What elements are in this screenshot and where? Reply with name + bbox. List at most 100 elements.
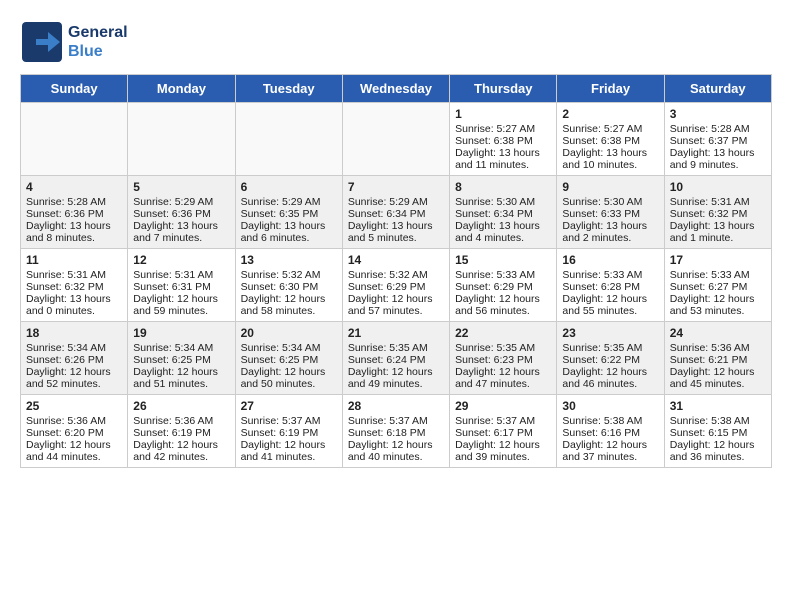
- day-number: 15: [455, 253, 551, 267]
- day-info: Sunrise: 5:38 AMSunset: 6:15 PMDaylight:…: [670, 415, 766, 463]
- calendar-table: SundayMondayTuesdayWednesdayThursdayFrid…: [20, 74, 772, 468]
- logo-general: General: [68, 23, 128, 42]
- day-number: 12: [133, 253, 229, 267]
- weekday-monday: Monday: [128, 75, 235, 103]
- day-info: Sunrise: 5:33 AMSunset: 6:29 PMDaylight:…: [455, 269, 551, 317]
- logo-text: General Blue: [68, 23, 128, 61]
- logo: General Blue: [20, 20, 128, 64]
- day-info: Sunrise: 5:31 AMSunset: 6:32 PMDaylight:…: [26, 269, 122, 317]
- empty-cell: [342, 103, 449, 176]
- day-number: 24: [670, 326, 766, 340]
- day-cell-21: 21 Sunrise: 5:35 AMSunset: 6:24 PMDayligh…: [342, 322, 449, 395]
- day-info: Sunrise: 5:27 AMSunset: 6:38 PMDaylight:…: [455, 123, 551, 171]
- day-number: 9: [562, 180, 658, 194]
- day-info: Sunrise: 5:28 AMSunset: 6:36 PMDaylight:…: [26, 196, 122, 244]
- day-info: Sunrise: 5:30 AMSunset: 6:33 PMDaylight:…: [562, 196, 658, 244]
- day-info: Sunrise: 5:31 AMSunset: 6:31 PMDaylight:…: [133, 269, 229, 317]
- day-info: Sunrise: 5:33 AMSunset: 6:28 PMDaylight:…: [562, 269, 658, 317]
- calendar-week-5: 25 Sunrise: 5:36 AMSunset: 6:20 PMDayligh…: [21, 395, 772, 468]
- day-cell-27: 27Sunrise: 5:37 AMSunset: 6:19 PMDayligh…: [235, 395, 342, 468]
- day-info: Sunrise: 5:38 AMSunset: 6:16 PMDaylight:…: [562, 415, 658, 463]
- day-info: Sunrise: 5:34 AMSunset: 6:25 PMDaylight:…: [241, 342, 337, 390]
- day-info: Sunrise: 5:37 AMSunset: 6:18 PMDaylight:…: [348, 415, 444, 463]
- day-info: Sunrise: 5:29 AMSunset: 6:34 PMDaylight:…: [348, 196, 444, 244]
- day-number: 21: [348, 326, 444, 340]
- day-number: 7: [348, 180, 444, 194]
- weekday-saturday: Saturday: [664, 75, 771, 103]
- day-info: Sunrise: 5:31 AMSunset: 6:32 PMDaylight:…: [670, 196, 766, 244]
- day-number: 1: [455, 107, 551, 121]
- day-number: 26: [133, 399, 229, 413]
- day-number: 13: [241, 253, 337, 267]
- weekday-header-row: SundayMondayTuesdayWednesdayThursdayFrid…: [21, 75, 772, 103]
- empty-cell: [128, 103, 235, 176]
- day-cell-13: 13 Sunrise: 5:32 AMSunset: 6:30 PMDayligh…: [235, 249, 342, 322]
- day-number: 14: [348, 253, 444, 267]
- day-info: Sunrise: 5:36 AMSunset: 6:20 PMDaylight:…: [26, 415, 122, 463]
- day-info: Sunrise: 5:32 AMSunset: 6:30 PMDaylight:…: [241, 269, 337, 317]
- day-info: Sunrise: 5:28 AMSunset: 6:37 PMDaylight:…: [670, 123, 766, 171]
- day-info: Sunrise: 5:32 AMSunset: 6:29 PMDaylight:…: [348, 269, 444, 317]
- empty-cell: [21, 103, 128, 176]
- day-cell-14: 14 Sunrise: 5:32 AMSunset: 6:29 PMDayligh…: [342, 249, 449, 322]
- day-info: Sunrise: 5:37 AMSunset: 6:17 PMDaylight:…: [455, 415, 551, 463]
- day-info: Sunrise: 5:37 AMSunset: 6:19 PMDaylight:…: [241, 415, 337, 463]
- day-number: 29: [455, 399, 551, 413]
- day-cell-26: 26 Sunrise: 5:36 AMSunset: 6:19 PMDayligh…: [128, 395, 235, 468]
- day-number: 10: [670, 180, 766, 194]
- day-info: Sunrise: 5:33 AMSunset: 6:27 PMDaylight:…: [670, 269, 766, 317]
- day-cell-16: 16 Sunrise: 5:33 AMSunset: 6:28 PMDayligh…: [557, 249, 664, 322]
- day-number: 5: [133, 180, 229, 194]
- empty-cell: [235, 103, 342, 176]
- day-info: Sunrise: 5:34 AMSunset: 6:25 PMDaylight:…: [133, 342, 229, 390]
- day-cell-25: 25 Sunrise: 5:36 AMSunset: 6:20 PMDayligh…: [21, 395, 128, 468]
- day-cell-22: 22Sunrise: 5:35 AMSunset: 6:23 PMDayligh…: [450, 322, 557, 395]
- day-cell-2: 2 Sunrise: 5:27 AMSunset: 6:38 PMDaylight…: [557, 103, 664, 176]
- calendar-week-3: 11 Sunrise: 5:31 AMSunset: 6:32 PMDayligh…: [21, 249, 772, 322]
- day-number: 8: [455, 180, 551, 194]
- day-cell-31: 31 Sunrise: 5:38 AMSunset: 6:15 PMDayligh…: [664, 395, 771, 468]
- day-number: 2: [562, 107, 658, 121]
- day-cell-7: 7 Sunrise: 5:29 AMSunset: 6:34 PMDaylight…: [342, 176, 449, 249]
- day-number: 28: [348, 399, 444, 413]
- day-number: 31: [670, 399, 766, 413]
- day-number: 17: [670, 253, 766, 267]
- day-cell-12: 12 Sunrise: 5:31 AMSunset: 6:31 PMDayligh…: [128, 249, 235, 322]
- day-info: Sunrise: 5:34 AMSunset: 6:26 PMDaylight:…: [26, 342, 122, 390]
- calendar-week-4: 18Sunrise: 5:34 AMSunset: 6:26 PMDayligh…: [21, 322, 772, 395]
- day-cell-8: 8 Sunrise: 5:30 AMSunset: 6:34 PMDaylight…: [450, 176, 557, 249]
- day-info: Sunrise: 5:35 AMSunset: 6:22 PMDaylight:…: [562, 342, 658, 390]
- day-cell-9: 9 Sunrise: 5:30 AMSunset: 6:33 PMDaylight…: [557, 176, 664, 249]
- day-cell-15: 15 Sunrise: 5:33 AMSunset: 6:29 PMDayligh…: [450, 249, 557, 322]
- day-info: Sunrise: 5:36 AMSunset: 6:21 PMDaylight:…: [670, 342, 766, 390]
- day-info: Sunrise: 5:36 AMSunset: 6:19 PMDaylight:…: [133, 415, 229, 463]
- day-cell-18: 18Sunrise: 5:34 AMSunset: 6:26 PMDayligh…: [21, 322, 128, 395]
- day-number: 11: [26, 253, 122, 267]
- day-number: 19: [133, 326, 229, 340]
- weekday-thursday: Thursday: [450, 75, 557, 103]
- day-cell-23: 23Sunrise: 5:35 AMSunset: 6:22 PMDayligh…: [557, 322, 664, 395]
- day-number: 22: [455, 326, 551, 340]
- day-info: Sunrise: 5:30 AMSunset: 6:34 PMDaylight:…: [455, 196, 551, 244]
- day-number: 4: [26, 180, 122, 194]
- day-cell-28: 28 Sunrise: 5:37 AMSunset: 6:18 PMDayligh…: [342, 395, 449, 468]
- day-number: 16: [562, 253, 658, 267]
- logo-shape: [20, 20, 64, 64]
- day-number: 25: [26, 399, 122, 413]
- day-info: Sunrise: 5:29 AMSunset: 6:36 PMDaylight:…: [133, 196, 229, 244]
- weekday-tuesday: Tuesday: [235, 75, 342, 103]
- page-header: General Blue: [20, 20, 772, 64]
- day-cell-4: 4 Sunrise: 5:28 AMSunset: 6:36 PMDaylight…: [21, 176, 128, 249]
- day-number: 3: [670, 107, 766, 121]
- day-cell-6: 6 Sunrise: 5:29 AMSunset: 6:35 PMDaylight…: [235, 176, 342, 249]
- calendar-week-2: 4 Sunrise: 5:28 AMSunset: 6:36 PMDaylight…: [21, 176, 772, 249]
- day-number: 6: [241, 180, 337, 194]
- day-cell-11: 11 Sunrise: 5:31 AMSunset: 6:32 PMDayligh…: [21, 249, 128, 322]
- day-cell-30: 30Sunrise: 5:38 AMSunset: 6:16 PMDayligh…: [557, 395, 664, 468]
- day-info: Sunrise: 5:35 AMSunset: 6:24 PMDaylight:…: [348, 342, 444, 390]
- day-info: Sunrise: 5:27 AMSunset: 6:38 PMDaylight:…: [562, 123, 658, 171]
- day-cell-1: 1 Sunrise: 5:27 AMSunset: 6:38 PMDaylight…: [450, 103, 557, 176]
- weekday-sunday: Sunday: [21, 75, 128, 103]
- day-cell-5: 5 Sunrise: 5:29 AMSunset: 6:36 PMDaylight…: [128, 176, 235, 249]
- day-info: Sunrise: 5:29 AMSunset: 6:35 PMDaylight:…: [241, 196, 337, 244]
